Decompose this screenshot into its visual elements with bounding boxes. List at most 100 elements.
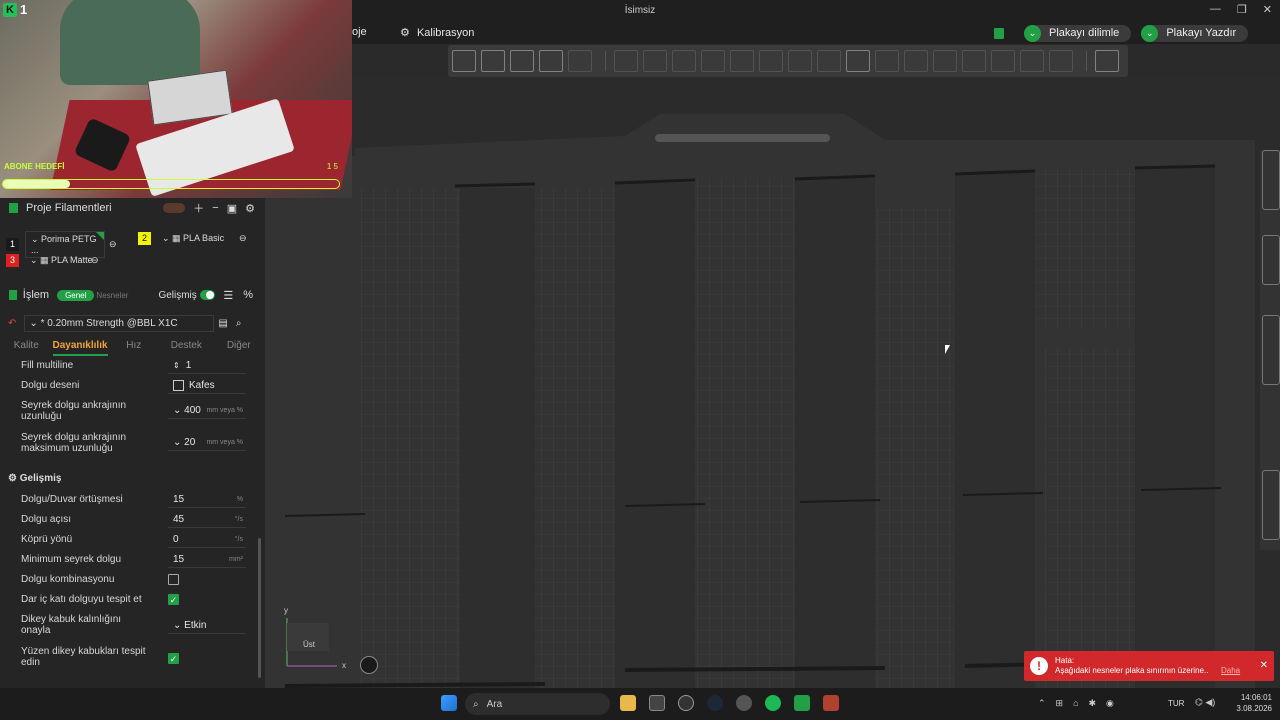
min-sparse-input[interactable]: 15 mm²	[168, 551, 246, 568]
sheet-icon[interactable]	[994, 27, 1004, 39]
spotify-icon[interactable]	[765, 695, 781, 711]
anchor-label: Seyrek dolgu ankrajının uzunluğu	[21, 400, 127, 422]
filament-remove-icon[interactable]: ⊖	[91, 255, 99, 266]
mesh-boolean-icon[interactable]	[759, 50, 783, 72]
global-toggle[interactable]: Genel	[57, 289, 95, 301]
filament-remove-icon[interactable]: ⊖	[239, 233, 247, 244]
clock[interactable]: 14:06:01 3.08.2026	[1236, 692, 1272, 714]
network-icon[interactable]: ⌬ ◀)	[1195, 697, 1215, 708]
add-object-icon[interactable]	[452, 50, 476, 72]
emboss-icon[interactable]	[991, 50, 1015, 72]
steam-icon[interactable]	[707, 695, 723, 711]
print-plate-label: Plakayı Yazdır	[1166, 27, 1237, 39]
view-orientation-icon[interactable]	[1095, 50, 1119, 72]
filament-settings-icon[interactable]: ⚙	[245, 202, 255, 215]
layers-icon[interactable]	[1262, 315, 1280, 385]
filament-remove-icon[interactable]: ⊖	[109, 239, 117, 250]
3d-viewport[interactable]: y x Üst	[265, 78, 1280, 688]
language-indicator[interactable]: TUR	[1168, 699, 1184, 708]
objects-toggle[interactable]: Nesneler	[96, 291, 128, 300]
tab-speed[interactable]: Hız	[108, 338, 161, 356]
webcam-overlay: K 1 ABONE HEDEFİ 1 5	[0, 0, 352, 198]
add-filament-icon[interactable]: ＋	[193, 200, 204, 216]
move-icon[interactable]	[614, 50, 638, 72]
grid-icon[interactable]	[481, 50, 505, 72]
chevron-down-icon[interactable]: ⌄	[1141, 24, 1159, 42]
settings-scrollbar[interactable]	[258, 538, 261, 678]
support-paint-icon[interactable]	[788, 50, 812, 72]
variable-layer-icon[interactable]	[962, 50, 986, 72]
color-paint-icon[interactable]	[933, 50, 957, 72]
reset-icon[interactable]: ↶	[8, 318, 16, 329]
split-icon[interactable]	[568, 50, 592, 72]
fill-multiline-label: Fill multiline	[21, 360, 74, 371]
auto-orient-icon[interactable]	[1262, 235, 1280, 285]
filament-dropdown[interactable]: ⌄ ▦ PLA Basic	[157, 231, 235, 246]
min-sparse-label: Minimum seyrek dolgu	[21, 554, 122, 565]
angle-input[interactable]: 45 °/s	[168, 511, 246, 528]
tab-quality[interactable]: Kalite	[0, 338, 53, 356]
assembly-icon[interactable]	[904, 50, 928, 72]
menu-project[interactable]: oje	[352, 26, 367, 38]
search-icon[interactable]: ⌕	[236, 318, 242, 329]
camera-reset-icon[interactable]	[360, 656, 378, 674]
compare-icon[interactable]: %	[243, 289, 253, 301]
archive-icon[interactable]	[823, 695, 839, 711]
windows-start-icon[interactable]	[441, 695, 457, 711]
profile-dropdown[interactable]: ⌄ * 0.20mm Strength @BBL X1C	[24, 314, 215, 332]
minimize-button[interactable]: —	[1210, 3, 1221, 16]
narrow-checkbox[interactable]: ✓	[168, 594, 179, 605]
arrange-icon[interactable]	[510, 50, 534, 72]
bambu-studio-icon[interactable]	[794, 695, 810, 711]
tab-other[interactable]: Diğer	[213, 338, 266, 356]
menu-calibration[interactable]: ⚙ Kalibrasyon	[400, 26, 474, 39]
measure-icon[interactable]	[875, 50, 899, 72]
filament-edit-icon[interactable]: ▣	[227, 202, 237, 215]
rotate-icon[interactable]	[643, 50, 667, 72]
plate-icon[interactable]	[539, 50, 563, 72]
cut-icon[interactable]	[730, 50, 754, 72]
anchor-max-input[interactable]: ⌄ 20 mm veya %	[168, 434, 246, 451]
tray-icons[interactable]: ⌃⊞⌂✱◉	[1038, 698, 1124, 709]
fuzzy-skin-icon[interactable]	[1049, 50, 1073, 72]
close-window-button[interactable]: ✕	[1263, 3, 1272, 16]
brim-ears-icon[interactable]	[1020, 50, 1044, 72]
remove-filament-icon[interactable]: −	[212, 202, 218, 214]
filament-item-3[interactable]: 3 ⌄ ▦ PLA Matte ⊖	[6, 253, 99, 268]
filament-sync-toggle[interactable]	[163, 203, 186, 213]
error-more-link[interactable]: Daha	[1221, 666, 1240, 675]
anchor-input[interactable]: ⌄ 400 mm veya %	[168, 402, 246, 419]
tab-support[interactable]: Destek	[160, 338, 213, 356]
bridge-input[interactable]: 0 °/s	[168, 531, 246, 548]
floating-checkbox[interactable]: ✓	[168, 653, 179, 664]
lay-flat-icon[interactable]	[701, 50, 725, 72]
advanced-switch[interactable]	[199, 290, 216, 300]
collapse-icon[interactable]	[1262, 150, 1280, 210]
close-icon[interactable]: ✕	[1260, 660, 1268, 671]
right-side-panel[interactable]	[1260, 150, 1280, 550]
store-icon[interactable]	[649, 695, 665, 711]
app-icon[interactable]	[678, 695, 694, 711]
overlap-input[interactable]: 15%	[168, 491, 246, 508]
taskbar-search[interactable]: ⌕ Ara	[465, 693, 610, 715]
scale-icon[interactable]	[672, 50, 696, 72]
vshell-value: Etkin	[184, 619, 207, 631]
text-icon[interactable]	[846, 50, 870, 72]
fill-multiline-input[interactable]: ⇕ 1	[168, 357, 246, 374]
print-plate-button[interactable]: ⌄ Plakayı Yazdır	[1141, 24, 1249, 42]
chevron-down-icon[interactable]: ⌄	[1024, 24, 1041, 42]
file-explorer-icon[interactable]	[620, 695, 636, 711]
slice-plate-button[interactable]: ⌄ Plakayı dilimle	[1024, 24, 1132, 42]
list-icon[interactable]: ☰	[223, 289, 233, 302]
pattern-select[interactable]: Kafes	[168, 377, 246, 394]
plate-settings-icon[interactable]	[1262, 470, 1280, 540]
obs-icon[interactable]	[736, 695, 752, 711]
maximize-button[interactable]: ❐	[1237, 3, 1247, 16]
overlap-label: Dolgu/Duvar örtüşmesi	[21, 494, 123, 505]
seam-paint-icon[interactable]	[817, 50, 841, 72]
save-icon[interactable]: ▤	[218, 318, 227, 329]
combination-checkbox[interactable]	[168, 574, 179, 585]
filament-item-2[interactable]: 2 ⌄ ▦ PLA Basic ⊖	[138, 231, 247, 246]
tab-strength[interactable]: Dayanıklılık	[52, 338, 108, 356]
vshell-select[interactable]: ⌄ Etkin	[168, 617, 246, 634]
